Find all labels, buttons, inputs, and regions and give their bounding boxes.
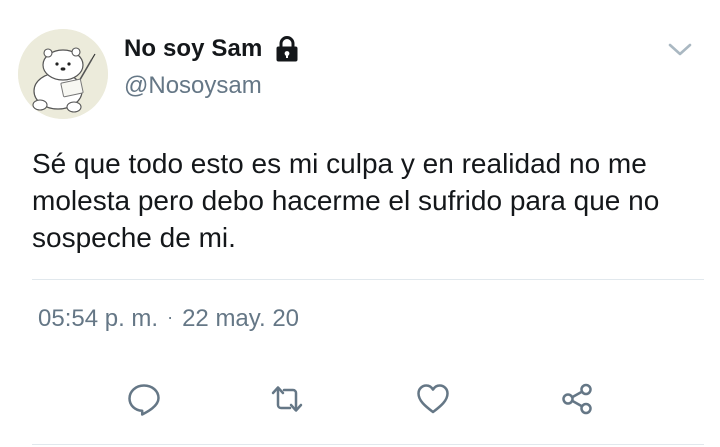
chevron-down-icon[interactable] [666,39,694,61]
polar-bear-drawing-avatar [18,29,108,119]
divider [32,279,704,280]
timestamp-separator: · [167,306,174,327]
retweet-button[interactable] [264,376,310,422]
heart-icon [417,384,449,414]
tweet-card: No soy Sam @Nosoysam Sé que todo esto es… [0,0,720,447]
divider [32,444,704,445]
tweet-text: Sé que todo esto es mi culpa y en realid… [32,148,660,253]
retweet-icon [271,386,303,412]
tweet-timestamp[interactable]: 05:54 p. m. · 22 may. 20 [38,305,299,333]
author-name-row: No soy Sam [124,33,300,65]
like-button[interactable] [410,376,456,422]
reply-icon [128,384,160,416]
tweet-actions [0,376,720,426]
avatar[interactable] [18,29,108,119]
lock-icon [274,35,300,63]
tweet-date: 22 may. 20 [182,305,300,332]
display-name[interactable]: No soy Sam [124,35,262,63]
tweet-time: 05:54 p. m. [38,305,159,332]
share-button[interactable] [554,376,600,422]
reply-button[interactable] [121,376,167,422]
user-handle[interactable]: @Nosoysam [124,72,262,100]
share-icon [562,383,592,415]
